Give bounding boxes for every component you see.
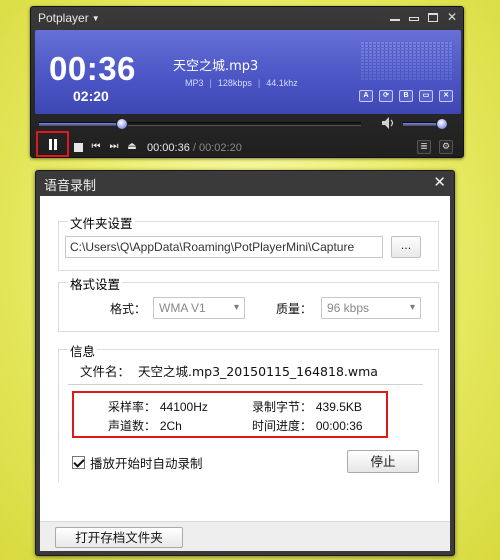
close-icon[interactable]: ✕ bbox=[433, 174, 446, 190]
progress-stat: 时间进度： 00:00:36 bbox=[252, 417, 363, 434]
volume-slider[interactable] bbox=[403, 118, 448, 130]
progress-value: 00:00:36 bbox=[315, 419, 363, 433]
divider bbox=[68, 384, 423, 385]
ab-repeat-a-button[interactable]: A bbox=[359, 90, 373, 102]
dialog-body: 文件夹设置 C:\Users\Q\AppData\Roaming\PotPlay… bbox=[40, 196, 450, 551]
filename-label: 文件名： bbox=[80, 364, 131, 379]
samplerate-label: 采样率： bbox=[108, 400, 157, 414]
format-settings-label: 格式设置 bbox=[68, 274, 123, 293]
stop-recording-button[interactable]: 停止 bbox=[347, 450, 419, 473]
auto-record-label: 播放开始时自动录制 bbox=[90, 456, 203, 471]
volume-icon[interactable] bbox=[381, 116, 397, 130]
subtitle-button[interactable]: ▭ bbox=[419, 90, 433, 102]
minimize-icon[interactable] bbox=[389, 19, 400, 21]
time-readout: 00:00:36 / 00:02:20 bbox=[147, 142, 242, 154]
settings-button[interactable]: ⚙ bbox=[439, 140, 453, 154]
total-time-display: 02:20 bbox=[73, 88, 109, 104]
chevron-down-icon: ▾ bbox=[409, 302, 415, 313]
dialog-footer: 打开存档文件夹 bbox=[40, 521, 450, 551]
time-total: 00:02:20 bbox=[199, 142, 242, 154]
seek-bar[interactable] bbox=[39, 118, 361, 130]
format-select[interactable]: WMA V1 ▾ bbox=[153, 297, 245, 319]
quality-select-value: 96 kbps bbox=[327, 301, 370, 315]
open-folder-button[interactable]: 打开存档文件夹 bbox=[55, 527, 183, 548]
browse-button[interactable]: ... bbox=[391, 236, 421, 258]
auto-record-checkbox[interactable] bbox=[72, 456, 85, 469]
stop-button[interactable] bbox=[74, 143, 83, 152]
track-samplerate: 44.1khz bbox=[266, 78, 298, 88]
pause-icon bbox=[48, 139, 58, 150]
next-button[interactable]: ⏭ bbox=[107, 140, 121, 154]
auto-record-row[interactable]: 播放开始时自动录制 bbox=[72, 453, 203, 472]
track-bitrate: 128kbps bbox=[217, 78, 252, 88]
close-icon[interactable]: ✕ bbox=[447, 11, 457, 23]
folder-path-field[interactable]: C:\Users\Q\AppData\Roaming\PotPlayerMini… bbox=[65, 236, 383, 258]
open-file-button[interactable]: ⏏ bbox=[125, 140, 139, 154]
volume-handle[interactable] bbox=[435, 118, 448, 130]
previous-button[interactable]: ⏮ bbox=[89, 140, 103, 154]
bytes-stat: 录制字节： 439.5KB bbox=[252, 398, 362, 415]
chevron-down-icon: ▾ bbox=[233, 302, 239, 313]
seek-handle[interactable] bbox=[115, 118, 128, 130]
quality-label: 质量： bbox=[276, 302, 313, 316]
track-meta: MP3 | 128kbps | 44.1khz bbox=[185, 78, 298, 88]
folder-settings-label: 文件夹设置 bbox=[68, 213, 135, 232]
time-current: 00:00:36 bbox=[147, 142, 190, 154]
app-menu-button[interactable]: Potplayer ▼ bbox=[38, 11, 100, 25]
app-title: Potplayer bbox=[38, 11, 89, 25]
player-display: 00:36 02:20 天空之城.mp3 MP3 | 128kbps | 44.… bbox=[35, 30, 461, 114]
dialog-title: 语音录制 bbox=[44, 179, 97, 194]
progress-label: 时间进度： bbox=[252, 419, 313, 433]
recording-stats: 采样率： 44100Hz 录制字节： 439.5KB 声道数： 2Ch 时间进度… bbox=[72, 391, 388, 438]
channels-stat: 声道数： 2Ch bbox=[108, 417, 182, 434]
current-time-display: 00:36 bbox=[49, 50, 136, 87]
spectrum-visualizer bbox=[361, 42, 453, 80]
time-divider: / bbox=[189, 142, 199, 154]
repeat-button[interactable]: ⟳ bbox=[379, 90, 393, 102]
playback-controls: ⏮ ⏭ ⏏ 00:00:36 / 00:02:20 ≣ ⚙ bbox=[35, 131, 459, 157]
chevron-down-icon: ▼ bbox=[91, 14, 100, 24]
mini-mode-icon[interactable] bbox=[408, 16, 419, 21]
ab-repeat-b-button[interactable]: B bbox=[399, 90, 413, 102]
audio-record-dialog: 语音录制 ✕ 文件夹设置 C:\Users\Q\AppData\Roaming\… bbox=[35, 170, 455, 556]
filename-row: 文件名： 天空之城.mp3_20150115_164818.wma bbox=[80, 361, 378, 380]
track-title: 天空之城.mp3 bbox=[173, 59, 259, 74]
track-format: MP3 bbox=[185, 78, 204, 88]
info-label: 信息 bbox=[68, 341, 98, 360]
filename-value: 天空之城.mp3_20150115_164818.wma bbox=[138, 364, 378, 379]
shuffle-button[interactable]: ✕ bbox=[439, 90, 453, 102]
pause-button[interactable] bbox=[36, 131, 69, 157]
meta-separator: | bbox=[257, 78, 261, 88]
quality-select[interactable]: 96 kbps ▾ bbox=[321, 297, 421, 319]
meta-separator: | bbox=[209, 78, 212, 88]
samplerate-stat: 采样率： 44100Hz bbox=[108, 398, 208, 415]
format-select-value: WMA V1 bbox=[159, 301, 206, 315]
bytes-label: 录制字节： bbox=[252, 400, 313, 414]
seek-bar-fill bbox=[39, 123, 122, 125]
maximize-icon[interactable] bbox=[427, 12, 438, 22]
playlist-button[interactable]: ≣ bbox=[417, 140, 431, 154]
player-window: Potplayer ▼ ✕ 00:36 02:20 天空之城.mp3 MP3 | … bbox=[30, 6, 464, 158]
samplerate-value: 44100Hz bbox=[159, 400, 208, 414]
format-label: 格式： bbox=[110, 302, 147, 316]
bytes-value: 439.5KB bbox=[315, 400, 362, 414]
channels-label: 声道数： bbox=[108, 419, 157, 433]
channels-value: 2Ch bbox=[159, 419, 182, 433]
player-titlebar[interactable]: Potplayer ▼ ✕ bbox=[31, 7, 463, 29]
